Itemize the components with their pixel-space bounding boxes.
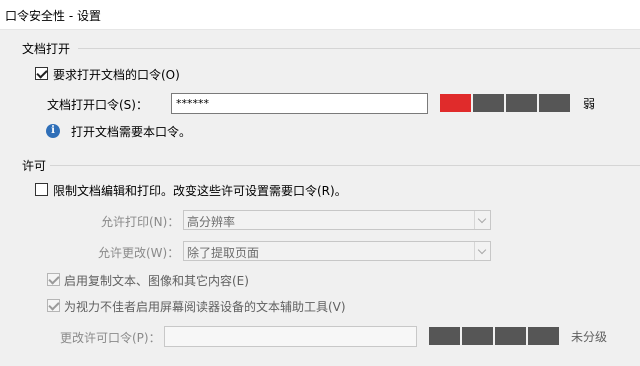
open-password-label: 文档打开口令(S)： <box>47 98 148 112</box>
strength-segment-2 <box>473 94 504 112</box>
window-title: 口令安全性 - 设置 <box>5 9 101 23</box>
require-password-label[interactable]: 要求打开文档的口令(O) <box>53 66 180 83</box>
open-section-title: 文档打开 <box>22 42 71 56</box>
restrict-editing-label[interactable]: 限制文档编辑和打印。改变这些许可设置需要口令(R)。 <box>53 182 347 199</box>
strength-segment-3 <box>506 94 537 112</box>
enable-copy-label[interactable]: 启用复制文本、图像和其它内容(E) <box>64 272 249 289</box>
change-password-input[interactable] <box>164 326 417 347</box>
allow-print-select[interactable]: 高分辨率 <box>183 210 491 230</box>
info-text: 打开文档需要本口令。 <box>71 125 192 139</box>
allow-print-label: 允许打印(N)： <box>101 215 180 229</box>
allow-change-select[interactable]: 除了提取页面 <box>183 241 491 261</box>
open-password-input[interactable] <box>171 93 428 114</box>
strength-segment-2 <box>462 327 493 345</box>
strength-segment-4 <box>528 327 559 345</box>
change-password-label: 更改许可口令(P)： <box>60 331 161 345</box>
permissions-section-title: 许可 <box>22 159 47 173</box>
enable-copy-checkbox[interactable] <box>47 273 60 286</box>
allow-print-value: 高分辨率 <box>187 215 236 229</box>
strength-segment-1 <box>440 94 471 112</box>
require-password-checkbox[interactable] <box>35 67 48 80</box>
chevron-down-icon <box>474 211 490 229</box>
enable-accessibility-label[interactable]: 为视力不佳者启用屏幕阅读器设备的文本辅助工具(V) <box>64 298 346 315</box>
chevron-down-icon <box>474 242 490 260</box>
password-strength-meter <box>440 94 570 112</box>
strength-segment-3 <box>495 327 526 345</box>
section-divider <box>50 165 640 166</box>
permission-password-strength-text: 未分级 <box>571 330 608 344</box>
permission-password-strength-meter <box>429 327 559 345</box>
allow-change-label: 允许更改(W)： <box>98 246 180 260</box>
allow-change-value: 除了提取页面 <box>187 246 260 260</box>
strength-segment-4 <box>539 94 570 112</box>
password-strength-text: 弱 <box>583 97 596 111</box>
section-divider <box>78 48 640 49</box>
strength-segment-1 <box>429 327 460 345</box>
enable-accessibility-checkbox[interactable] <box>47 299 60 312</box>
title-bar: 口令安全性 - 设置 <box>0 0 640 30</box>
info-icon: i <box>46 124 60 138</box>
restrict-editing-checkbox[interactable] <box>35 183 48 196</box>
